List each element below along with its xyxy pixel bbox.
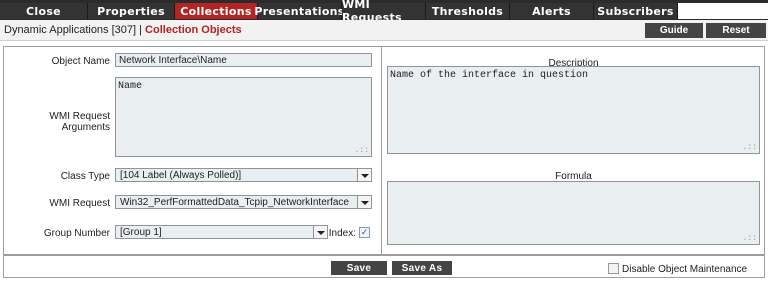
save-button[interactable]: Save [331, 261, 387, 275]
description-value: Name of the interface in question [390, 70, 589, 81]
tab-properties-label: Properties [97, 4, 165, 18]
class-type-label: Class Type [60, 171, 110, 182]
class-type-value: [104 Label (Always Polled)] [120, 169, 242, 181]
save-button-label: Save [346, 262, 372, 274]
check-icon: ✓ [360, 227, 369, 237]
object-name-label: Object Name [51, 56, 110, 67]
guide-button-label: Guide [659, 25, 689, 36]
disable-object-maintenance-checkbox[interactable] [608, 263, 619, 274]
column-divider [381, 47, 382, 255]
group-number-value: [Group 1] [120, 226, 162, 238]
index-checkbox[interactable]: ✓ [359, 227, 370, 238]
wmi-request-arguments-textarea[interactable]: Name .:: [115, 77, 372, 157]
breadcrumb-prefix: Dynamic Applications [307] | [4, 24, 142, 36]
wmi-request-label: WMI Request [49, 198, 110, 209]
save-as-button-label: Save As [401, 262, 443, 274]
class-type-select[interactable]: [104 Label (Always Polled)] [115, 168, 372, 182]
tab-alerts[interactable]: Alerts [510, 3, 594, 19]
resize-grip-icon[interactable]: .:: [355, 147, 369, 155]
description-textarea[interactable]: Name of the interface in question .:: [387, 66, 760, 154]
reset-button-label: Reset [722, 25, 750, 36]
tab-close[interactable]: Close [0, 3, 88, 19]
save-as-button[interactable]: Save As [392, 261, 452, 275]
tab-collections-label: Collections [180, 4, 252, 18]
tab-presentations[interactable]: Presentations [254, 3, 344, 19]
disable-object-maintenance-label: Disable Object Maintenance [622, 264, 748, 275]
reset-button[interactable]: Reset [706, 23, 766, 38]
index-label: Index: [328, 228, 356, 239]
chevron-down-icon [357, 196, 371, 208]
breadcrumb: Dynamic Applications [307] | Collection … [4, 24, 242, 36]
tab-bar-spacer [678, 3, 768, 19]
guide-button[interactable]: Guide [645, 23, 703, 38]
tab-collections[interactable]: Collections [175, 3, 258, 19]
resize-grip-icon[interactable]: .:: [743, 235, 757, 243]
chevron-down-icon [357, 169, 371, 181]
tab-thresholds-label: Thresholds [431, 4, 504, 18]
tab-properties[interactable]: Properties [88, 3, 175, 19]
tab-subscribers[interactable]: Subscribers [594, 3, 678, 19]
tab-close-label: Close [26, 4, 61, 18]
wmi-request-select[interactable]: Win32_PerfFormattedData_Tcpip_NetworkInt… [115, 195, 372, 209]
object-name-input[interactable]: Network Interface\Name [115, 53, 372, 67]
footer-bar: Save Save As Disable Object Maintenance [3, 255, 765, 278]
tab-bar: Close Properties Collections Presentatio… [0, 0, 768, 24]
tab-thresholds[interactable]: Thresholds [426, 3, 510, 19]
tab-subscribers-label: Subscribers [597, 4, 674, 18]
formula-textarea[interactable]: .:: [387, 181, 760, 245]
wmi-request-arguments-value: Name [118, 81, 143, 92]
page-header: Dynamic Applications [307] | Collection … [0, 20, 768, 41]
tab-alerts-label: Alerts [532, 4, 571, 18]
breadcrumb-section: Collection Objects [145, 24, 242, 36]
tab-wmi-requests[interactable]: WMI Requests [342, 0, 426, 24]
tab-presentations-label: Presentations [254, 4, 345, 18]
collection-object-form: Object Name Network Interface\Name WMI R… [3, 46, 765, 255]
wmi-request-arguments-label: WMI Request Arguments [49, 111, 110, 133]
group-number-select[interactable]: [Group 1] [115, 225, 328, 239]
resize-grip-icon[interactable]: .:: [743, 144, 757, 152]
wmi-request-value: Win32_PerfFormattedData_Tcpip_NetworkInt… [120, 196, 349, 208]
group-number-label: Group Number [43, 228, 110, 239]
